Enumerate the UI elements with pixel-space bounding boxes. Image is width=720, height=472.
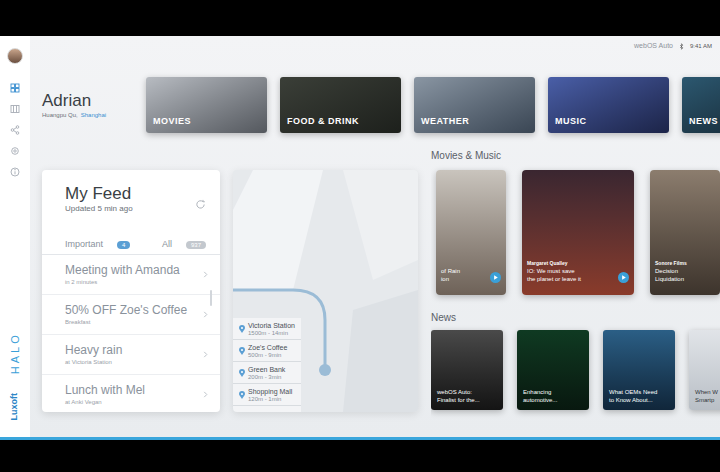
feed-card: My FeedUpdated 5 min ago Important4 All937…: [42, 170, 220, 412]
category-tile[interactable]: WEATHER: [414, 77, 535, 133]
play-slot: [704, 272, 715, 283]
chevron-icon: [203, 351, 208, 358]
play-icon[interactable]: [618, 272, 629, 283]
sidebar: HALO Luxoft: [0, 36, 30, 437]
sidebar-item[interactable]: [0, 161, 30, 182]
product-name: HALO: [0, 325, 30, 381]
play-slot: [618, 272, 629, 283]
pin-icon: [239, 391, 245, 399]
pin-icon: [239, 369, 245, 377]
luxoft-logo: Luxoft: [0, 389, 30, 425]
category-row: MOVIESFOOD & DRINKWEATHERMUSIC NEWS: [146, 77, 720, 133]
feed-item[interactable]: Heavy rainat Victoria Station: [42, 335, 220, 375]
user-location: Huangpu Qu,Shanghai: [42, 111, 146, 119]
feed-updated: Updated 5 min ago: [65, 204, 133, 214]
user-info: AdrianHuangpu Qu,Shanghai: [42, 77, 146, 133]
brand: webOS Auto: [634, 41, 673, 52]
category-tile[interactable]: MUSIC: [548, 77, 669, 133]
feed-title: My Feed: [65, 184, 133, 204]
feed-item[interactable]: Lunch with Melat Anki Vegan: [42, 375, 220, 413]
chevron-icon: [203, 311, 208, 318]
info-icon: [10, 167, 20, 177]
pin-icon: [239, 347, 245, 355]
gear-icon: [10, 146, 20, 156]
sidebar-item[interactable]: [0, 98, 30, 119]
category-tile[interactable]: NEWS: [682, 77, 720, 133]
user-name: Adrian: [42, 91, 146, 111]
news-card[interactable]: What OEMs Needto Know About...: [603, 330, 675, 410]
refresh-icon[interactable]: [195, 199, 206, 210]
news-card[interactable]: webOS Auto:Finalist for the...: [431, 330, 503, 410]
avatar[interactable]: [7, 48, 23, 64]
section-title: Movies & Music: [431, 145, 720, 165]
feed-item[interactable]: 50% OFF Zoe's CoffeeBreakfast: [42, 295, 220, 335]
pin-icon: [239, 325, 245, 333]
sidebar-item[interactable]: [0, 77, 30, 98]
sidebar-item[interactable]: [0, 119, 30, 140]
feed-item[interactable]: Meeting with Amandain 2 minutes: [42, 255, 220, 295]
share-icon: [10, 125, 20, 135]
map-place[interactable]: Victoria Station1500m - 14min: [233, 318, 301, 340]
status-bar: webOS Auto 9:41 AM: [42, 36, 720, 56]
map-place[interactable]: Green Bank200m - 3min: [233, 362, 301, 384]
scrollbar[interactable]: [210, 290, 212, 306]
library-icon: [10, 104, 20, 114]
news-card[interactable]: When WSmartp: [689, 330, 720, 410]
news-card[interactable]: Enhancingautomotive...: [517, 330, 589, 410]
map-place[interactable]: Shopping Mall120m - 1min: [233, 384, 301, 406]
media-card[interactable]: of Rainion: [436, 170, 506, 295]
play-slot: [490, 272, 501, 283]
section-title: News: [431, 307, 720, 327]
chevron-icon: [203, 391, 208, 398]
media-card[interactable]: Sonore FilmsDecisionLiquidation: [650, 170, 720, 295]
category-tile[interactable]: FOOD & DRINK: [280, 77, 401, 133]
grid-icon: [10, 83, 20, 93]
sidebar-item[interactable]: [0, 140, 30, 161]
media-card[interactable]: Margaret QualleyIO: We must savethe plan…: [522, 170, 634, 295]
category-tile[interactable]: MOVIES: [146, 77, 267, 133]
chevron-icon: [203, 271, 208, 278]
clock: 9:41 AM: [690, 42, 712, 51]
map-place[interactable]: Zoe's Coffee500m - 9min: [233, 340, 301, 362]
map-card[interactable]: Victoria Station1500m - 14minZoe's Coffe…: [233, 170, 418, 412]
app-screen: HALO Luxoft webOS Auto 9:41 AM AdrianHuang…: [0, 36, 720, 440]
play-icon[interactable]: [490, 272, 501, 283]
feed-filter[interactable]: Important4: [65, 238, 130, 252]
feed-filter[interactable]: All937: [162, 238, 206, 252]
bluetooth-icon: [679, 43, 684, 50]
